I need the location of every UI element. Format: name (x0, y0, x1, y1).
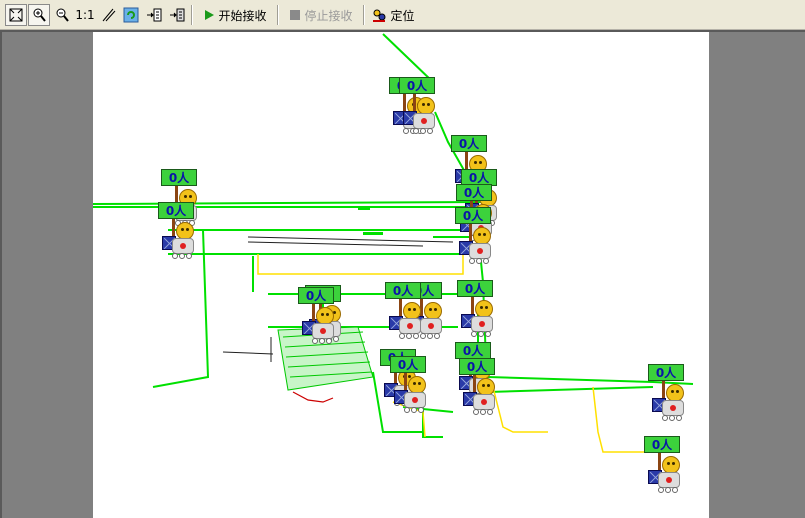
zoom-out-button[interactable] (51, 4, 73, 26)
headcount-sign: 0人 (390, 356, 426, 373)
headcount-sign: 0人 (298, 287, 334, 304)
personnel-marker[interactable]: 0人 (459, 358, 505, 430)
wheels-icon (469, 258, 491, 264)
headcount-sign: 0人 (455, 207, 491, 224)
headcount-sign: 0人 (459, 358, 495, 375)
locate-button[interactable]: 定位 (368, 4, 418, 26)
export-button[interactable] (166, 4, 188, 26)
personnel-marker[interactable]: 0人 (298, 287, 344, 359)
wheels-icon (658, 487, 680, 493)
reader-device-icon (473, 394, 495, 410)
headcount-sign: 0人 (456, 184, 492, 201)
stop-receive-button[interactable]: 停止接收 (282, 4, 360, 26)
wheels-icon (471, 331, 493, 337)
import-icon (147, 8, 162, 22)
start-receive-label: 开始接收 (218, 8, 267, 23)
personnel-marker[interactable]: 0人 (455, 207, 501, 279)
reader-device-icon (172, 238, 194, 254)
play-icon (205, 10, 215, 20)
headcount-sign: 0人 (451, 135, 487, 152)
reader-device-icon (471, 316, 493, 332)
personnel-marker[interactable]: 0人 (158, 202, 204, 274)
zoom-out-icon (56, 8, 69, 22)
export-icon (170, 8, 185, 22)
headcount-sign: 0人 (385, 282, 421, 299)
wheels-icon (473, 409, 495, 415)
stop-receive-label: 停止接收 (304, 8, 353, 23)
start-receive-button[interactable]: 开始接收 (196, 4, 274, 26)
reader-device-icon (413, 113, 435, 129)
reader-device-icon (662, 400, 684, 416)
wheels-icon (413, 128, 435, 134)
ruler-icon (102, 8, 116, 22)
personnel-marker[interactable]: 0人 (385, 282, 431, 354)
refresh-button[interactable] (120, 4, 142, 26)
headcount-sign: 0人 (644, 436, 680, 453)
wheels-icon (312, 338, 334, 344)
reader-device-icon (658, 472, 680, 488)
wheels-icon (662, 415, 684, 421)
locate-icon (373, 9, 386, 22)
reader-device-icon (399, 318, 421, 334)
wheels-icon (172, 253, 194, 259)
actual-size-button[interactable]: 1:1 (74, 4, 96, 26)
map-canvas[interactable]: 0人0人0人0人0人0人0人0人0人0人0人0人0人0人0人0人0人0人0人 (93, 32, 709, 518)
headcount-sign: 0人 (457, 280, 493, 297)
reader-device-icon (404, 392, 426, 408)
refresh-icon (123, 7, 139, 23)
personnel-marker[interactable]: 0人 (644, 436, 690, 508)
wheels-icon (404, 407, 426, 413)
import-button[interactable] (143, 4, 165, 26)
wheels-icon (399, 333, 421, 339)
headcount-sign: 0人 (648, 364, 684, 381)
zoom-in-icon (33, 8, 46, 22)
measure-button[interactable] (97, 4, 119, 26)
toolbar: 1:1 开始接收 停止接收 定位 (0, 0, 805, 30)
reader-device-icon (469, 243, 491, 259)
personnel-marker[interactable]: 0人 (648, 364, 694, 436)
personnel-marker[interactable]: 0人 (390, 356, 436, 428)
actual-size-label: 1:1 (75, 8, 95, 22)
stop-icon (290, 10, 301, 20)
zoom-in-button[interactable] (28, 4, 50, 26)
headcount-sign: 0人 (455, 342, 491, 359)
fit-view-icon (9, 8, 23, 22)
locate-label: 定位 (390, 8, 415, 23)
fit-view-button[interactable] (5, 4, 27, 26)
personnel-marker[interactable]: 0人 (399, 77, 445, 149)
headcount-sign: 0人 (161, 169, 197, 186)
headcount-sign: 0人 (399, 77, 435, 94)
headcount-sign: 0人 (158, 202, 194, 219)
reader-device-icon (312, 323, 334, 339)
